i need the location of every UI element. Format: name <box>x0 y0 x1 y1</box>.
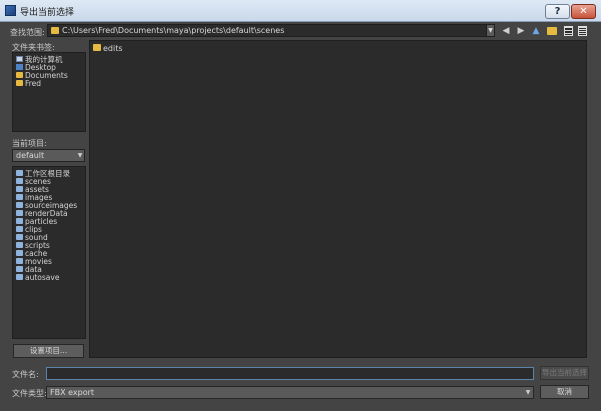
bookmarks-panel: 我的计算机 Desktop Documents Fred <box>12 52 86 132</box>
project-folder-item[interactable]: autosave <box>16 273 59 282</box>
list-view-icon[interactable] <box>564 26 573 36</box>
folder-icon <box>51 27 59 34</box>
parent-folder-icon[interactable]: ▲ <box>530 25 542 37</box>
project-label: 当前项目: <box>12 139 47 148</box>
folder-icon <box>16 186 23 192</box>
folder-icon <box>16 258 23 264</box>
folder-icon <box>16 72 23 78</box>
cancel-button[interactable]: 取消 <box>540 385 589 399</box>
folder-icon <box>16 202 23 208</box>
help-button[interactable]: ? <box>545 4 570 19</box>
project-folders-panel: 工作区根目录 scenes assets images sourceimages… <box>12 166 86 339</box>
chevron-down-icon[interactable]: ▼ <box>486 24 495 37</box>
folder-icon <box>16 266 23 272</box>
export-selection-button[interactable]: 导出当前选择 <box>540 366 589 380</box>
detail-view-icon[interactable] <box>578 26 587 36</box>
lookin-combobox[interactable]: C:\Users\Fred\Documents\maya\projects\de… <box>47 24 495 37</box>
filetype-label: 文件类型: <box>12 389 47 398</box>
computer-icon <box>16 56 23 62</box>
folder-icon <box>16 226 23 232</box>
back-icon[interactable]: ◀ <box>500 25 512 37</box>
folder-icon <box>16 274 23 280</box>
folder-icon <box>16 170 23 176</box>
filetype-select[interactable]: FBX export <box>46 386 534 399</box>
filename-input[interactable] <box>46 367 534 380</box>
chevron-down-icon[interactable]: ▼ <box>75 149 85 162</box>
folder-icon <box>93 44 101 51</box>
close-button[interactable]: ✕ <box>571 4 596 19</box>
window-title: 导出当前选择 <box>20 8 75 18</box>
maya-app-icon <box>5 5 16 16</box>
filename-label: 文件名: <box>12 370 39 379</box>
folder-icon <box>16 210 23 216</box>
bookmark-item-fred[interactable]: Fred <box>16 79 41 88</box>
new-folder-icon[interactable] <box>547 27 557 35</box>
lookin-path: C:\Users\Fred\Documents\maya\projects\de… <box>62 26 285 35</box>
desktop-icon <box>16 64 23 70</box>
file-list-panel[interactable]: edits <box>89 40 587 358</box>
folder-icon <box>16 242 23 248</box>
set-project-button[interactable]: 设置项目... <box>13 344 84 358</box>
file-item-edits[interactable]: edits <box>93 44 123 53</box>
folder-icon <box>16 178 23 184</box>
folder-icon <box>16 250 23 256</box>
chevron-down-icon[interactable]: ▼ <box>523 386 533 399</box>
folder-icon <box>16 218 23 224</box>
window-titlebar[interactable]: 导出当前选择 ? ✕ <box>0 0 601 22</box>
folder-icon <box>16 194 23 200</box>
forward-icon[interactable]: ▶ <box>515 25 527 37</box>
lookin-label: 查找范围: <box>10 28 45 37</box>
folder-icon <box>16 234 23 240</box>
folder-icon <box>16 80 23 86</box>
